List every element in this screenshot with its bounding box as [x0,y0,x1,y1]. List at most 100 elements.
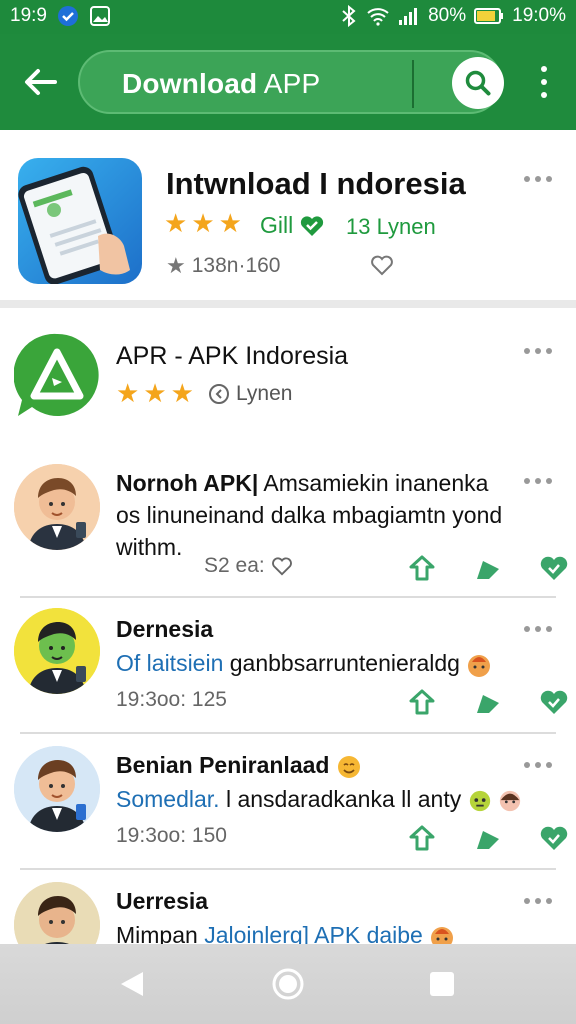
apr-app-icon [13,332,100,418]
more-menu-button[interactable] [530,62,558,102]
status-bar: 19:9 80% 19:0% [0,0,576,34]
share-button[interactable] [404,684,440,720]
featured-app-card[interactable]: Intwnload I ndoresia ★ ★ ★ Gill 13 Lynen… [0,130,576,308]
comment-author: Uerresia [116,888,209,914]
battery-percent: 80% [428,5,467,26]
verified-heart-icon [301,215,324,236]
avatar [14,464,100,550]
overflow-menu-icon[interactable] [524,176,552,182]
divider [20,732,556,734]
status-left: 19:9 [10,5,111,27]
thumb-icon [477,695,499,713]
comment-author: Benian Peniranlaad [116,752,330,778]
verified-icon [57,5,79,27]
featured-count: 13 Lynen [346,214,436,239]
square-recents-icon [430,972,454,996]
comment-text: Amsamiekin inanenka [258,470,489,496]
avatar [14,608,100,694]
thumb-icon [477,831,499,849]
comment-text-line-1: Nornoh APK| Amsamiekin inanenka [116,470,488,497]
comment-meta: S2 ea: [204,554,293,578]
star-icon: ★ [166,253,186,278]
nav-recents-button[interactable] [422,964,462,1004]
arrow-left-icon [25,69,57,95]
overflow-menu-icon[interactable] [524,762,552,768]
comment-text-line-2: os linuneinand dalka mbagiamtn yond [116,502,503,528]
comment-text-line-3: withm. [116,534,183,560]
heart-check-icon [540,826,568,850]
emoji-icon [469,790,490,812]
overflow-menu-icon[interactable] [524,478,552,484]
status-right: 80% 19:0% [340,5,566,27]
comment-text-highlight: Somedlar. [116,786,220,812]
apr-sub-text: Lynen [236,382,293,405]
apr-sub: Lynen [208,382,292,406]
back-button[interactable] [18,60,62,104]
star-icon: ★ [164,208,188,238]
comment-text-highlight: Of laitsiein [116,650,224,676]
like-button[interactable] [470,550,506,586]
featured-app-name: Intwnload I ndoresia [166,166,466,201]
status-time: 19:9 [10,5,47,26]
star-icon: ★ [170,378,194,408]
wifi-icon [366,6,390,26]
comment-text: Somedlar. l ansdaradkanka ll anty [116,786,522,813]
divider [20,868,556,870]
comment-author-line: Uerresia [116,888,208,915]
overflow-menu-icon[interactable] [524,348,552,354]
comment-item: Uerresia Mimpan Jaloinlerg] APK daibe [0,872,576,968]
comment-text-rest: l ansdaradkanka ll anty [219,786,462,812]
share-icon [409,555,435,581]
star-icon: ★ [143,378,167,408]
nav-home-button[interactable] [268,964,308,1004]
star-icon: ★ [191,208,215,238]
apr-app-card[interactable]: APR - APK Indoresia ★ ★ ★ Lynen [0,318,576,448]
search-bar[interactable]: Download APP [78,50,504,114]
heart-check-icon [540,556,568,580]
comment-author: Dernesia [116,616,214,642]
face-emoji-icon [499,790,521,812]
developer: Gill [260,212,325,239]
battery-icon [474,7,504,25]
favorite-button[interactable] [536,550,572,586]
app-bar-title: Download APP [122,68,320,100]
search-icon [465,70,491,96]
overflow-menu-icon[interactable] [524,626,552,632]
heart-check-icon [540,690,568,714]
apr-app-name: APR - APK Indoresia [116,342,349,370]
comment-author: Nornoh APK| [116,470,259,496]
triangle-back-icon [121,972,143,996]
like-button[interactable] [470,820,506,856]
comment-author-line: Dernesia [116,616,213,643]
rating-stars: ★ ★ ★ [164,210,242,236]
search-button[interactable] [452,57,504,109]
app-bar: Download APP [0,34,576,130]
gallery-icon [89,5,111,27]
nav-back-button[interactable] [112,964,152,1004]
comment-item: Nornoh APK| Amsamiekin inanenka os linun… [0,456,576,596]
circle-arrow-icon [209,384,229,404]
bluetooth-icon [340,5,358,27]
favorite-button[interactable] [536,820,572,856]
comment-actions [404,550,572,586]
rating-stars: ★ ★ ★ [116,380,194,406]
title-bold: Download [122,68,258,99]
overflow-menu-icon[interactable] [524,898,552,904]
comment-meta-text: S2 ea: [204,554,265,577]
heart-outline-icon[interactable] [271,556,293,576]
share-button[interactable] [404,550,440,586]
comment-text: Of laitsiein ganbbsarruntenieraldg [116,650,492,678]
emoji-icon [468,654,491,677]
system-nav-bar [0,944,576,1024]
like-button[interactable] [470,684,506,720]
share-button[interactable] [404,820,440,856]
divider [20,596,556,598]
heart-icon[interactable] [370,254,394,276]
avatar [14,746,100,832]
comment-actions [404,684,572,720]
share-icon [409,825,435,851]
signal-icon [398,6,420,26]
featured-stats-text: 138n·160 [191,254,281,277]
featured-stats: ★ 138n·160 [166,254,280,278]
favorite-button[interactable] [536,684,572,720]
